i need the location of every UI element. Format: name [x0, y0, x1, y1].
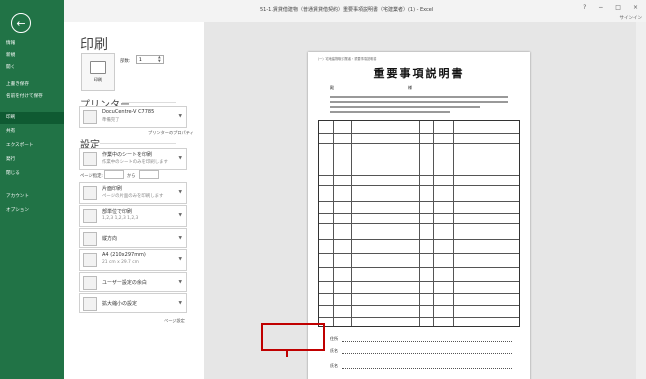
window-controls: ? − □ × — [583, 4, 638, 11]
margins-select[interactable]: ユーザー設定の余白 ▼ — [79, 272, 187, 292]
copies-label: 部数: — [120, 59, 131, 64]
option-title: 縦方向 — [102, 236, 118, 242]
print-button-label: 印刷 — [93, 77, 103, 82]
title-bar: 51-1.賃貸借建物（普通賃貸借契約）重要事項説明書（宅建業者）(1) - Ex… — [64, 0, 646, 22]
option-desc: ページの片面のみを印刷します — [102, 194, 164, 199]
collate-icon — [83, 209, 97, 223]
pages-to-input[interactable] — [139, 170, 159, 179]
signin-link[interactable]: サインイン — [620, 15, 643, 21]
sig-label-name: 氏名 — [330, 348, 338, 353]
maximize-button[interactable]: □ — [615, 4, 621, 11]
chevron-down-icon: ▼ — [178, 301, 182, 306]
pages-to-label: から — [127, 174, 136, 179]
page-setup-link[interactable]: ページ設定 — [164, 318, 185, 324]
chevron-down-icon: ▼ — [178, 257, 182, 262]
excel-window: 51-1.賃貸借建物（普通賃貸借契約）重要事項説明書（宅建業者）(1) - Ex… — [0, 0, 646, 379]
option-title: 部単位で印刷 — [102, 209, 133, 215]
sidebar-item-open[interactable]: 開く — [0, 62, 64, 74]
paragraph-line — [330, 106, 480, 108]
info-table — [318, 120, 520, 327]
printer-icon — [90, 61, 106, 74]
orientation-select[interactable]: 縦方向 ▼ — [79, 228, 187, 248]
printer-select[interactable]: DocuCentre-V C7785 準備完了 ▼ — [79, 106, 187, 128]
sig-label-address: 住所 — [330, 336, 338, 341]
back-arrow-icon[interactable]: ← — [11, 13, 31, 33]
sig-line — [342, 353, 512, 354]
sidebar-item-export[interactable]: エクスポート — [0, 140, 64, 152]
doc-honorific: 様 — [408, 85, 412, 90]
divider — [100, 143, 176, 144]
doc-title: 重要事項説明書 — [373, 67, 465, 80]
page-title: 印刷 — [80, 37, 108, 53]
doc-header: （一）宅地建物取引業者・重要事項説明書 — [316, 57, 377, 61]
vertical-scrollbar[interactable] — [636, 22, 646, 379]
paragraph-line — [330, 101, 508, 103]
sig-line — [342, 368, 512, 369]
sidebar-item-close[interactable]: 閉じる — [0, 168, 64, 180]
sidebar-item-save-as[interactable]: 名前を付けて保存 — [0, 93, 50, 105]
paragraph-line — [330, 111, 450, 113]
sidebar-item-save[interactable]: 上書き保存 — [0, 79, 64, 91]
portrait-icon — [83, 232, 97, 246]
paper-size-select[interactable]: A4 (210x297mm) 21 cm x 29.7 cm ▼ — [79, 249, 187, 271]
help-button[interactable]: ? — [583, 4, 586, 11]
printer-status: 準備完了 — [102, 118, 120, 123]
sidebar-item-options[interactable]: オプション — [0, 205, 64, 217]
sig-line — [342, 341, 512, 342]
sidebar-item-new[interactable]: 新規 — [0, 50, 64, 62]
option-desc: 21 cm x 29.7 cm — [102, 260, 139, 265]
option-desc: 作業中のシートのみを印刷します — [102, 160, 168, 165]
printer-properties-link[interactable]: プリンターのプロパティ — [148, 130, 194, 136]
highlight-box — [261, 323, 325, 351]
backstage-sidebar: ← 情報 新規 開く 上書き保存 名前を付けて保存 印刷 共有 エクスポート 発… — [0, 0, 64, 379]
doc-addressee: 殿 — [330, 85, 334, 90]
one-sided-icon — [83, 186, 97, 200]
pages-from-input[interactable] — [104, 170, 124, 179]
highlight-pointer — [286, 351, 288, 357]
option-desc: 1,2,3 1,2,3 1,2,3 — [102, 216, 139, 221]
print-button[interactable]: 印刷 — [81, 53, 115, 91]
option-title: 作業中のシートを印刷 — [102, 152, 153, 158]
margins-icon — [83, 276, 97, 290]
paragraph-line — [330, 96, 508, 98]
paper-icon — [83, 253, 97, 267]
sidebar-item-share[interactable]: 共有 — [0, 126, 64, 138]
collate-select[interactable]: 部単位で印刷 1,2,3 1,2,3 1,2,3 ▼ — [79, 205, 187, 227]
print-what-select[interactable]: 作業中のシートを印刷 作業中のシートのみを印刷します ▼ — [79, 148, 187, 170]
chevron-down-icon: ▼ — [178, 190, 182, 195]
print-settings-panel: 印刷 印刷 部数: 1 ▲▼ プリンター DocuCentre-V C7785 … — [64, 22, 204, 379]
sidebar-item-print[interactable]: 印刷 — [0, 112, 64, 124]
chevron-down-icon: ▼ — [178, 236, 182, 241]
copies-spinner-icon[interactable]: ▲ ▼ — [158, 55, 161, 63]
chevron-down-icon: ▼ — [178, 213, 182, 218]
minimize-button[interactable]: − — [598, 4, 603, 11]
chevron-down-icon: ▼ — [178, 156, 182, 161]
option-title: A4 (210x297mm) — [102, 252, 146, 258]
scaling-icon — [83, 297, 97, 311]
option-title: ユーザー設定の余白 — [102, 280, 147, 286]
divider — [122, 102, 176, 103]
sidebar-item-info[interactable]: 情報 — [0, 38, 64, 50]
sheet-icon — [83, 152, 97, 166]
sidebar-item-publish[interactable]: 発行 — [0, 154, 64, 166]
close-button[interactable]: × — [633, 4, 638, 11]
pages-label: ページ指定: — [80, 174, 103, 179]
chevron-down-icon: ▼ — [178, 114, 182, 119]
window-title: 51-1.賃貸借建物（普通賃貸借契約）重要事項説明書（宅建業者）(1) - Ex… — [260, 7, 434, 13]
option-title: 拡大縮小の設定 — [102, 301, 138, 307]
scaling-select[interactable]: 拡大縮小の設定 ▼ — [79, 293, 187, 313]
sidebar-item-account[interactable]: アカウント — [0, 191, 64, 203]
option-title: 片面印刷 — [102, 186, 123, 192]
printer-icon — [83, 110, 97, 124]
preview-page: （一）宅地建物取引業者・重要事項説明書 重要事項説明書 殿 様 住所 氏名 氏名 — [308, 52, 530, 379]
chevron-down-icon: ▼ — [178, 280, 182, 285]
sides-select[interactable]: 片面印刷 ページの片面のみを印刷します ▼ — [79, 182, 187, 204]
sig-label-name-2: 氏名 — [330, 363, 338, 368]
printer-name: DocuCentre-V C7785 — [102, 109, 155, 115]
